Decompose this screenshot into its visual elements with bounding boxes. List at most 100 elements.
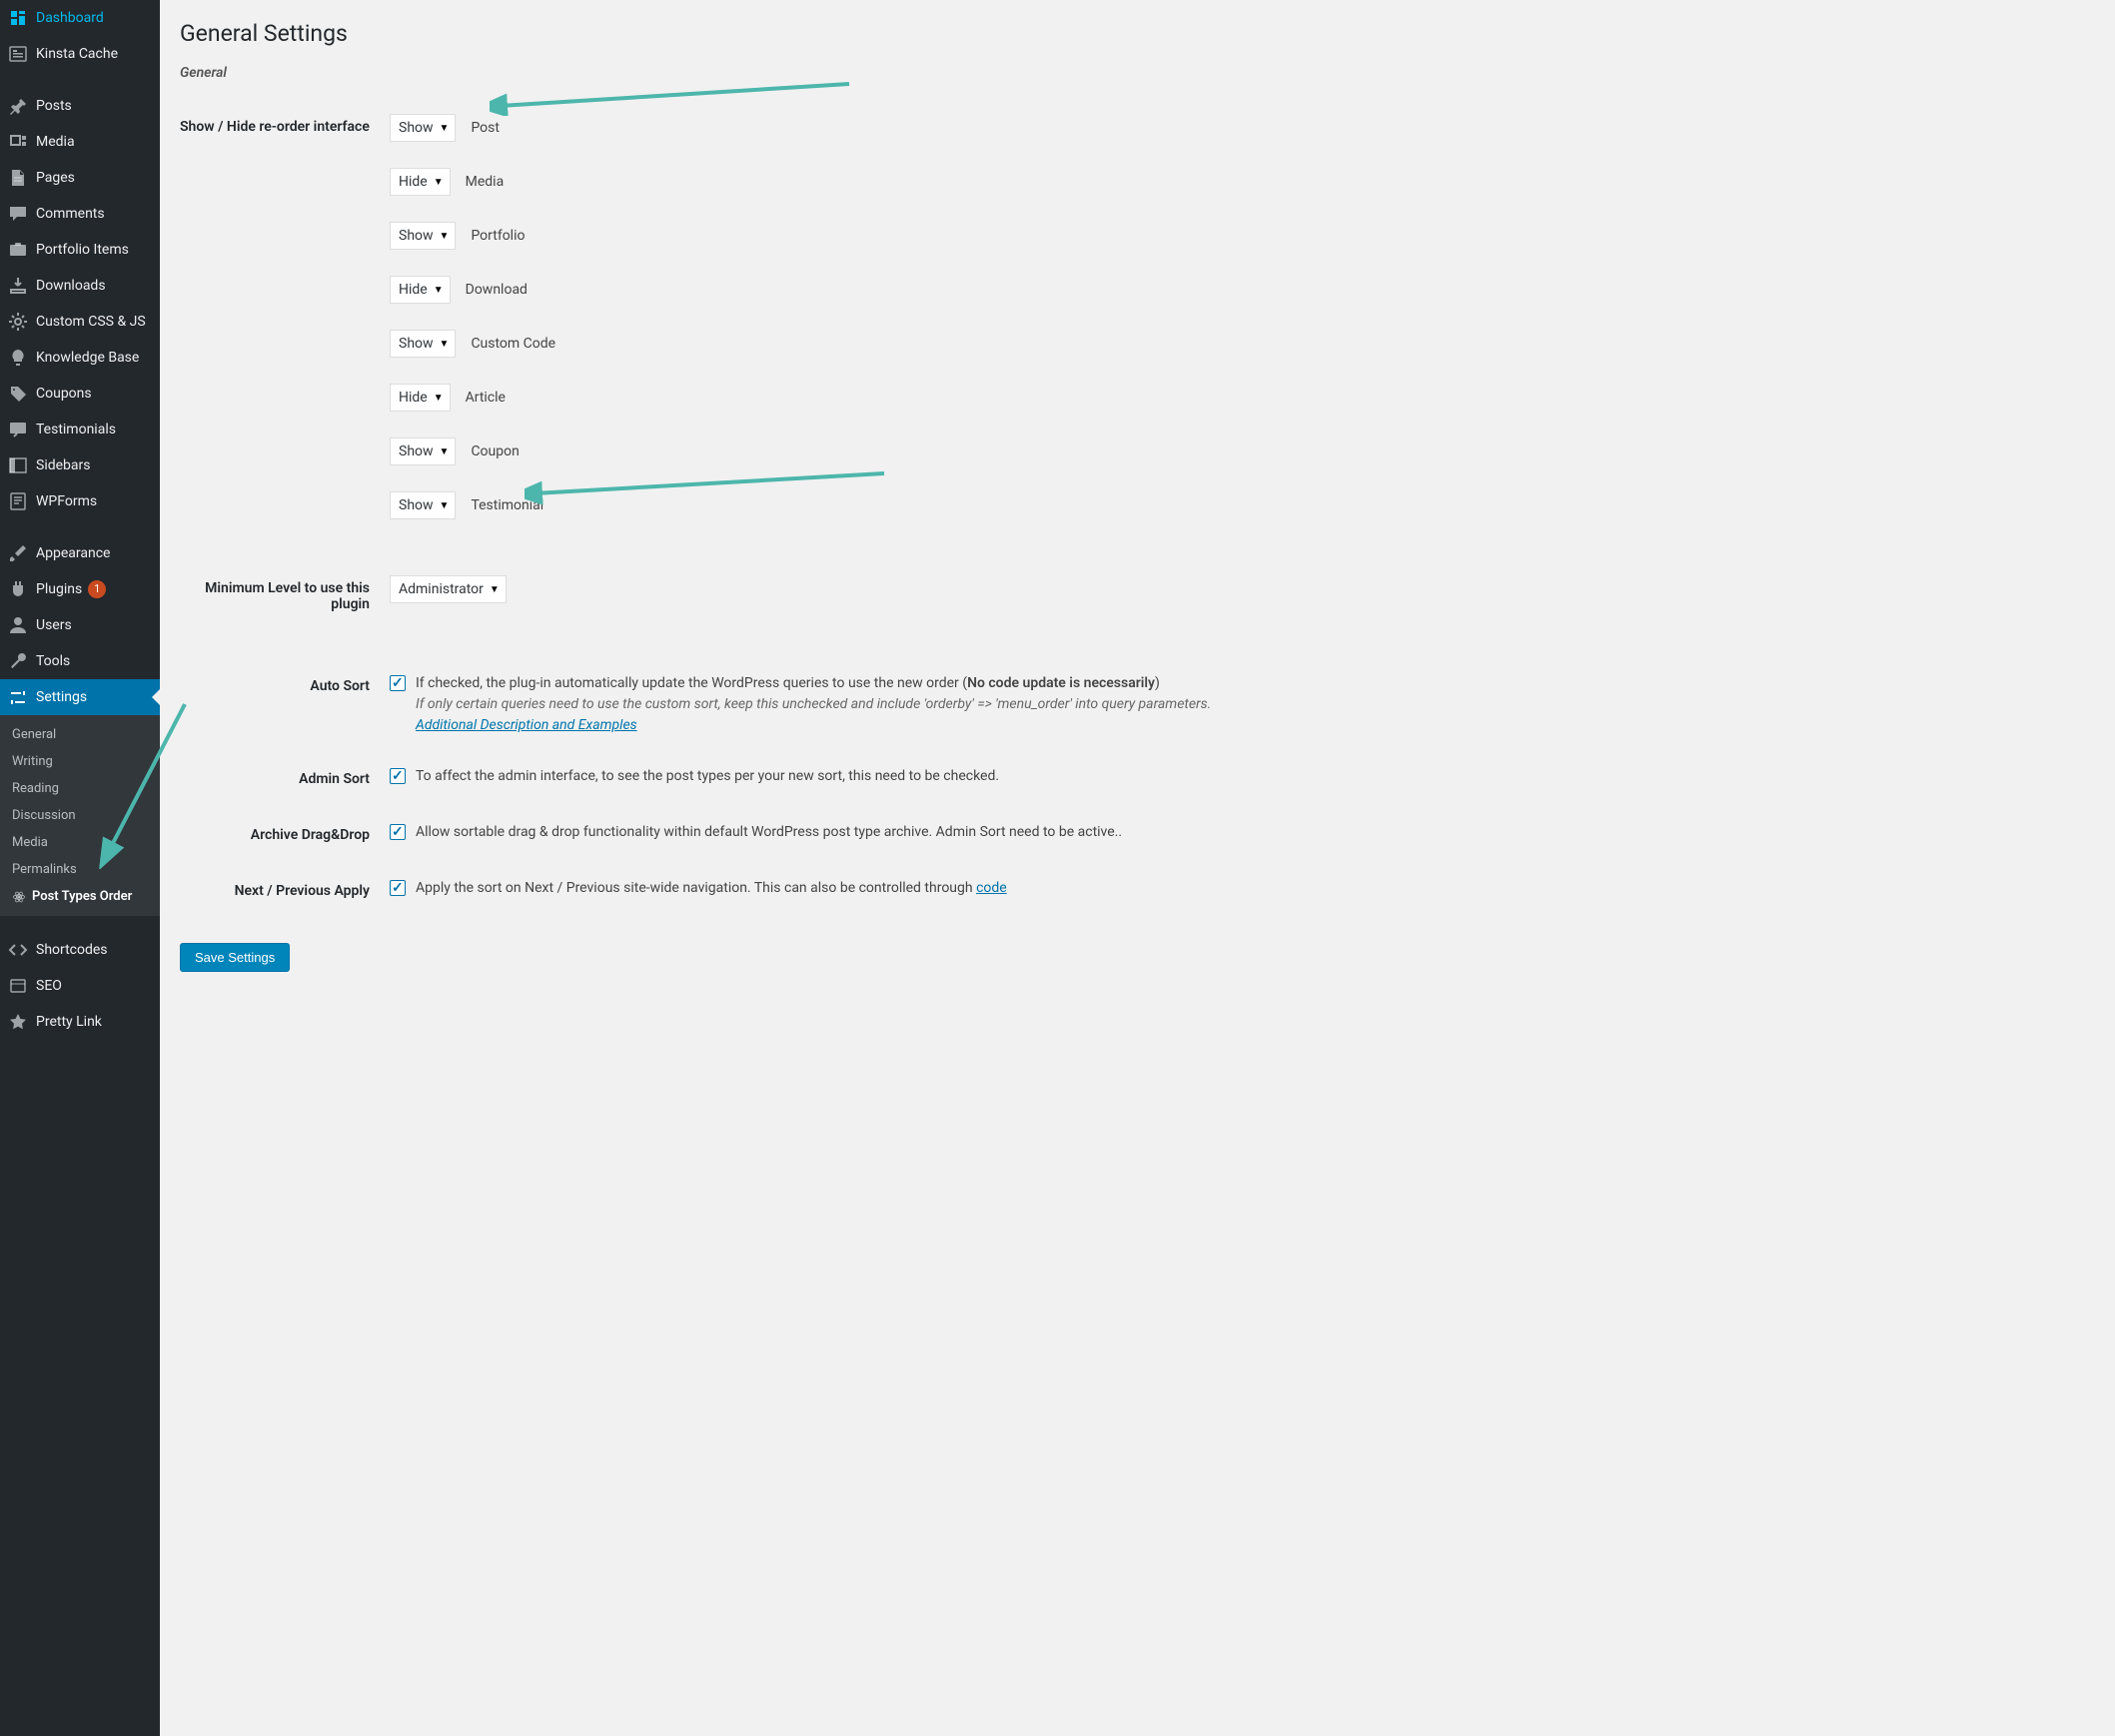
sidebar-item-label: Kinsta Cache — [36, 45, 118, 63]
sidebar-item-sidebars[interactable]: Sidebars — [0, 447, 160, 483]
sidebar-item-kinsta-cache[interactable]: Kinsta Cache — [0, 36, 160, 72]
wpforms-icon — [8, 491, 28, 511]
show-hide-select[interactable]: Show▼ — [390, 222, 456, 250]
select-value: Show — [399, 120, 434, 136]
portfolio-icon — [8, 240, 28, 260]
show-hide-select[interactable]: Show▼ — [390, 491, 456, 519]
sidebar-item-pretty-link[interactable]: Pretty Link — [0, 1004, 160, 1040]
sidebar-item-media[interactable]: Media — [0, 124, 160, 160]
post-type-row: Show▼ Custom Code — [390, 330, 2085, 358]
submenu-item-label: Discussion — [12, 808, 76, 823]
nextprev-label: Next / Previous Apply — [180, 863, 380, 919]
settings-icon — [8, 687, 28, 707]
sidebar-item-plugins[interactable]: Plugins1 — [0, 571, 160, 607]
sidebar-item-pages[interactable]: Pages — [0, 160, 160, 196]
show-hide-select[interactable]: Show▼ — [390, 114, 456, 142]
show-hide-select[interactable]: Hide▼ — [390, 276, 451, 304]
sidebar-item-wpforms[interactable]: WPForms — [0, 483, 160, 519]
nextprev-checkbox[interactable] — [390, 880, 406, 896]
select-value: Hide — [399, 174, 428, 190]
sidebar-item-label: Users — [36, 616, 72, 634]
show-hide-select[interactable]: Hide ▼ — [390, 384, 451, 412]
code-icon — [8, 940, 28, 960]
chevron-down-icon: ▼ — [490, 584, 500, 595]
sidebar-item-label: Dashboard — [36, 9, 104, 27]
sidebar-item-label: Pages — [36, 169, 75, 187]
submenu-item-general[interactable]: General — [0, 721, 160, 748]
admin-sort-checkbox[interactable] — [390, 768, 406, 784]
submenu-item-permalinks[interactable]: Permalinks — [0, 856, 160, 883]
post-type-row: Hide▼ Download — [390, 276, 2085, 304]
sidebar-item-custom-css-js[interactable]: Custom CSS & JS — [0, 304, 160, 340]
sidebar-item-label: Tools — [36, 652, 70, 670]
plugin-icon — [8, 579, 28, 599]
archive-checkbox[interactable] — [390, 824, 406, 840]
sidebar-item-knowledge-base[interactable]: Knowledge Base — [0, 340, 160, 376]
sidebar-item-label: Custom CSS & JS — [36, 313, 146, 331]
gear-icon — [8, 312, 28, 332]
select-value: Hide — [399, 390, 428, 406]
submenu-item-discussion[interactable]: Discussion — [0, 802, 160, 829]
auto-sort-link[interactable]: Additional Description and Examples — [416, 717, 637, 733]
archive-desc: Allow sortable drag & drop functionality… — [416, 822, 1122, 843]
post-type-label: Coupon — [471, 443, 519, 459]
main-content: General Settings General Show / Hide re-… — [160, 0, 2115, 1736]
sidebar-item-downloads[interactable]: Downloads — [0, 268, 160, 304]
post-type-row: Hide▼Article — [390, 384, 2085, 412]
chevron-down-icon: ▼ — [434, 177, 444, 188]
post-type-row: Show▼Testimonial — [390, 491, 2085, 519]
atom-icon — [12, 890, 26, 904]
sidebar-item-appearance[interactable]: Appearance — [0, 535, 160, 571]
sidebar-item-testimonials[interactable]: Testimonials — [0, 412, 160, 447]
show-hide-select[interactable]: Hide ▼ — [390, 168, 451, 196]
update-badge: 1 — [88, 580, 106, 598]
submenu-item-label: Media — [12, 835, 48, 850]
sidebar-item-label: Comments — [36, 205, 105, 223]
submenu-item-reading[interactable]: Reading — [0, 775, 160, 802]
sidebar-item-label: Settings — [36, 688, 87, 706]
wrench-icon — [8, 651, 28, 671]
sidebar-item-posts[interactable]: Posts — [0, 88, 160, 124]
select-value: Show — [399, 497, 434, 513]
sidebar-item-comments[interactable]: Comments — [0, 196, 160, 232]
save-settings-button[interactable]: Save Settings — [180, 943, 290, 972]
submenu-item-post-types-order[interactable]: Post Types Order — [0, 883, 160, 910]
show-hide-select[interactable]: Show▼ — [390, 437, 456, 465]
sidebar-item-shortcodes[interactable]: Shortcodes — [0, 932, 160, 968]
sidebar-item-label: Downloads — [36, 277, 106, 295]
sidebar-item-users[interactable]: Users — [0, 607, 160, 643]
submenu-item-label: Reading — [12, 781, 59, 796]
submenu-item-label: Permalinks — [12, 862, 77, 877]
post-type-label: Download — [466, 282, 528, 298]
sidebar-item-seo[interactable]: SEO — [0, 968, 160, 1004]
sidebar-item-label: WPForms — [36, 492, 97, 510]
settings-submenu: GeneralWriting Reading Discussion Media Perm… — [0, 715, 160, 916]
post-type-label: Post — [471, 120, 500, 136]
auto-sort-checkbox[interactable] — [390, 675, 406, 691]
kinsta-icon — [8, 44, 28, 64]
comment-icon — [8, 204, 28, 224]
admin-sidebar: Dashboard Kinsta Cache Posts Media Pages Comm… — [0, 0, 160, 1736]
chevron-down-icon: ▼ — [434, 393, 444, 404]
show-hide-select[interactable]: Show▼ — [390, 330, 456, 358]
sidebar-item-label: Knowledge Base — [36, 349, 139, 367]
sidebar-item-coupons[interactable]: Coupons — [0, 376, 160, 412]
nextprev-link[interactable]: code — [976, 880, 1007, 896]
post-type-row: Show▼Portfolio — [390, 222, 2085, 250]
sidebar-item-label: Portfolio Items — [36, 241, 129, 259]
min-level-select[interactable]: Administrator ▼ — [390, 575, 507, 603]
sidebar-item-label: Testimonials — [36, 421, 116, 438]
sidebar-item-settings[interactable]: Settings — [0, 679, 160, 715]
sidebar-item-tools[interactable]: Tools — [0, 643, 160, 679]
submenu-item-media[interactable]: Media — [0, 829, 160, 856]
chevron-down-icon: ▼ — [440, 446, 450, 457]
nextprev-desc: Apply the sort on Next / Previous site-w… — [416, 878, 1007, 899]
sidebar-item-portfolio-items[interactable]: Portfolio Items — [0, 232, 160, 268]
sidebar-item-label: Pretty Link — [36, 1013, 102, 1031]
submenu-item-writing[interactable]: Writing — [0, 748, 160, 775]
sidebar-item-dashboard[interactable]: Dashboard — [0, 0, 160, 36]
sidebar-item-label: Media — [36, 133, 75, 151]
page-title: General Settings — [180, 20, 2095, 47]
pin-icon — [8, 96, 28, 116]
post-type-label: Custom Code — [471, 336, 555, 352]
